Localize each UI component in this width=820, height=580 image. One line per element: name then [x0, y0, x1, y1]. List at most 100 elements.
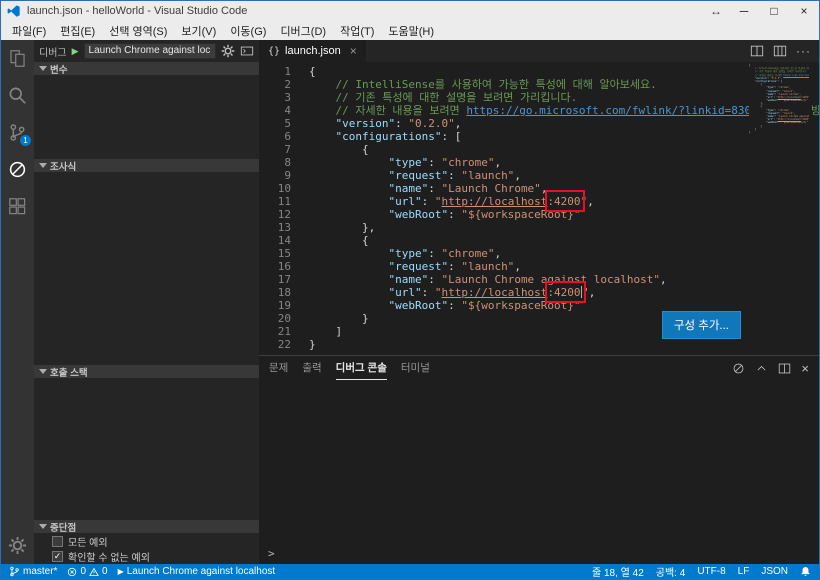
activity-bar: 1: [1, 40, 34, 564]
code-line-22[interactable]: }: [309, 338, 819, 351]
panel-tab-3[interactable]: 터미널: [401, 356, 430, 380]
debug-target-item[interactable]: ▶ Launch Chrome against localhost: [118, 566, 276, 577]
code-line-12[interactable]: "webRoot": "${workspaceRoot}": [309, 208, 819, 221]
tab-launch-json[interactable]: {} launch.json ×: [259, 40, 366, 62]
code-line-17[interactable]: "name": "Launch Chrome against localhost…: [309, 273, 819, 286]
line-number: 16: [259, 260, 305, 273]
minimap[interactable]: { // IntelliSense를 사용하여 가능한 특성에 대해 알아보세요…: [749, 62, 809, 355]
maximize-button[interactable]: □: [759, 1, 789, 21]
code-line-16[interactable]: "request": "launch",: [309, 260, 819, 273]
line-number: 1: [259, 65, 305, 78]
editor-body: 12345678910111213141516171819202122 { //…: [259, 62, 819, 355]
text-cursor: [581, 286, 583, 298]
menu-item-1[interactable]: 편집(E): [53, 21, 102, 40]
code-token: "url": [309, 286, 422, 299]
code-area[interactable]: { // IntelliSense를 사용하여 가능한 특성에 대해 알아보세요…: [305, 62, 819, 355]
line-number: 11: [259, 195, 305, 208]
code-token: // 기존 특성에 대한 설명을 보려면 가리킵니다.: [309, 91, 577, 104]
line-number: 8: [259, 156, 305, 169]
extensions-icon[interactable]: [1, 188, 34, 225]
menu-item-5[interactable]: 디버그(D): [273, 21, 333, 40]
panel-tab-2[interactable]: 디버그 콘솔: [336, 356, 387, 380]
code-line-18[interactable]: "url": "http://localhost:4200",: [309, 286, 819, 299]
git-branch-item[interactable]: master*: [9, 566, 57, 577]
section-header-call-stack[interactable]: 호출 스택: [34, 365, 259, 378]
code-line-3[interactable]: // 기존 특성에 대한 설명을 보려면 가리킵니다.: [309, 91, 819, 104]
code-line-1[interactable]: {: [309, 65, 819, 78]
more-actions-icon[interactable]: ···: [796, 44, 811, 58]
menu-item-2[interactable]: 선택 영역(S): [102, 21, 174, 40]
problems-item[interactable]: 0 0: [67, 566, 107, 577]
launch-config-select[interactable]: Launch Chrome against loc: [84, 43, 216, 59]
cursor-position[interactable]: 줄 18, 열 42: [592, 564, 644, 579]
section-header-variables[interactable]: 변수: [34, 62, 259, 75]
code-line-11[interactable]: "url": "http://localhost:4200",: [309, 195, 819, 208]
split-editor-icon[interactable]: [750, 44, 764, 58]
panel-tab-0[interactable]: 문제: [269, 356, 288, 380]
code-line-6[interactable]: "configurations": [: [309, 130, 819, 143]
repl-prompt-icon[interactable]: >: [268, 547, 275, 560]
editor-layout-icon[interactable]: [773, 44, 787, 58]
line-number: 10: [259, 182, 305, 195]
breakpoint-item-1[interactable]: ✓확인할 수 없는 예외: [34, 549, 259, 564]
warning-count: 0: [102, 566, 108, 577]
code-token: :: [448, 169, 461, 182]
debug-console-toggle-icon[interactable]: [240, 44, 254, 58]
code-line-5[interactable]: "version": "0.2.0",: [309, 117, 819, 130]
add-configuration-button[interactable]: 구성 추가...: [662, 311, 741, 339]
explorer-icon[interactable]: [1, 40, 34, 77]
code-line-4[interactable]: // 자세한 내용을 보려면 https://go.microsoft.com/…: [309, 104, 819, 117]
search-icon[interactable]: [1, 77, 34, 114]
line-numbers: 12345678910111213141516171819202122: [259, 62, 305, 355]
language-mode[interactable]: JSON: [761, 566, 788, 577]
menu-item-3[interactable]: 보기(V): [174, 21, 223, 40]
breakpoint-checkbox[interactable]: ✓: [52, 551, 63, 562]
settings-gear-icon[interactable]: [1, 527, 34, 564]
code-line-7[interactable]: {: [309, 143, 819, 156]
notifications-bell-icon[interactable]: [800, 566, 811, 577]
start-debug-icon[interactable]: ▶: [72, 46, 79, 57]
window-title: launch.json - helloWorld - Visual Studio…: [27, 5, 247, 17]
menu-item-0[interactable]: 파일(F): [5, 21, 53, 40]
code-token: ,: [494, 247, 501, 260]
debug-target-label: Launch Chrome against localhost: [127, 566, 275, 577]
split-panel-icon[interactable]: [778, 362, 791, 375]
indentation[interactable]: 공백: 4: [656, 564, 686, 579]
configure-gear-icon[interactable]: [221, 44, 235, 58]
close-panel-icon[interactable]: ×: [801, 361, 809, 376]
menu-bar: 파일(F)편집(E)선택 영역(S)보기(V)이동(G)디버그(D)작업(T)도…: [1, 21, 819, 40]
clear-console-icon[interactable]: [732, 362, 745, 375]
code-line-10[interactable]: "name": "Launch Chrome",: [309, 182, 819, 195]
encoding[interactable]: UTF-8: [697, 566, 725, 577]
close-button[interactable]: ×: [789, 1, 819, 21]
code-line-2[interactable]: // IntelliSense를 사용하여 가능한 특성에 대해 알아보세요.: [309, 78, 819, 91]
debug-console-content[interactable]: >: [259, 380, 819, 564]
resize-icon[interactable]: ↔: [703, 1, 729, 21]
eol[interactable]: LF: [738, 566, 750, 577]
code-line-20[interactable]: }: [309, 312, 819, 325]
code-token: :: [448, 208, 461, 221]
breakpoint-checkbox[interactable]: [52, 536, 63, 547]
minimize-button[interactable]: ─: [729, 1, 759, 21]
section-header-watch[interactable]: 조사식: [34, 159, 259, 172]
debug-icon[interactable]: [1, 151, 34, 188]
code-line-21[interactable]: ]: [309, 325, 819, 338]
section-header-breakpoints[interactable]: 중단점: [34, 520, 259, 533]
maximize-panel-icon[interactable]: [755, 362, 768, 375]
code-line-14[interactable]: {: [309, 234, 819, 247]
code-token: {: [309, 143, 369, 156]
code-line-13[interactable]: },: [309, 221, 819, 234]
panel-tab-1[interactable]: 출력: [302, 356, 321, 380]
breakpoint-item-0[interactable]: 모든 예외: [34, 534, 259, 549]
code-line-19[interactable]: "webRoot": "${workspaceRoot}": [309, 299, 819, 312]
status-bar-right: 줄 18, 열 42 공백: 4 UTF-8 LF JSON: [592, 564, 811, 579]
source-control-icon[interactable]: 1: [1, 114, 34, 151]
tab-close-icon[interactable]: ×: [350, 44, 357, 58]
menu-item-7[interactable]: 도움말(H): [381, 21, 441, 40]
code-line-9[interactable]: "request": "launch",: [309, 169, 819, 182]
code-line-8[interactable]: "type": "chrome",: [309, 156, 819, 169]
menu-item-6[interactable]: 작업(T): [333, 21, 381, 40]
menu-item-4[interactable]: 이동(G): [223, 21, 273, 40]
code-line-15[interactable]: "type": "chrome",: [309, 247, 819, 260]
line-number: 15: [259, 247, 305, 260]
